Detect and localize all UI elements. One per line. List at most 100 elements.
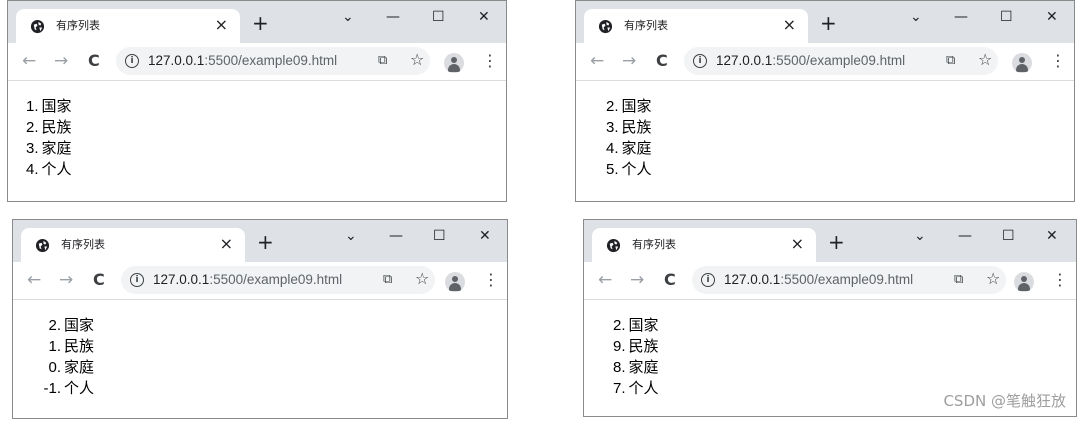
site-info-icon[interactable]: i: [701, 273, 715, 287]
tab-title: 有序列表: [624, 19, 668, 32]
tab-title: 有序列表: [61, 238, 105, 251]
forward-icon[interactable]: →: [54, 51, 68, 71]
site-info-icon[interactable]: i: [693, 54, 707, 68]
list-item: 2. 国家: [606, 98, 652, 115]
menu-kebab-icon[interactable]: ⋮: [483, 271, 499, 289]
new-tab-icon[interactable]: +: [257, 232, 274, 252]
bookmark-star-icon[interactable]: ☆: [978, 51, 992, 69]
globe-icon: [30, 19, 45, 34]
list-item: 9. 民族: [613, 338, 659, 355]
maximize-icon[interactable]: ☐: [1000, 9, 1013, 25]
ordered-list: 1. 国家 2. 民族 3. 家庭 4. 个人: [26, 96, 72, 180]
title-bar: 有序列表 × + ⌄ — ☐ ✕: [8, 1, 506, 43]
reload-icon[interactable]: C: [88, 51, 100, 71]
back-icon[interactable]: ←: [598, 270, 612, 290]
address-bar[interactable]: i 127.0.0.1:5500/example09.html ⧉ ☆: [684, 47, 998, 75]
globe-icon: [35, 238, 50, 253]
maximize-icon[interactable]: ☐: [433, 228, 446, 244]
toolbar: ← → C i 127.0.0.1:5500/example09.html ⧉ …: [584, 262, 1076, 300]
new-tab-icon[interactable]: +: [828, 232, 845, 252]
browser-tab[interactable]: 有序列表 ×: [21, 228, 245, 262]
maximize-icon[interactable]: ☐: [1002, 228, 1015, 244]
menu-kebab-icon[interactable]: ⋮: [1050, 52, 1066, 70]
close-window-icon[interactable]: ✕: [478, 9, 490, 25]
tab-search-dropdown-icon[interactable]: ⌄: [910, 9, 922, 25]
tab-title: 有序列表: [632, 238, 676, 251]
list-item: 1. 国家: [26, 98, 72, 115]
browser-tab[interactable]: 有序列表 ×: [16, 9, 240, 43]
reload-icon[interactable]: C: [664, 270, 676, 290]
list-item: 8. 家庭: [613, 359, 659, 376]
list-item: 5. 个人: [606, 161, 652, 178]
share-icon[interactable]: ⧉: [383, 271, 392, 288]
tab-close-icon[interactable]: ×: [220, 235, 233, 253]
url-text[interactable]: 127.0.0.1:5500/example09.html: [724, 272, 913, 288]
list-item: 4. 家庭: [606, 140, 652, 157]
page-content: 2. 国家 3. 民族 4. 家庭 5. 个人: [576, 81, 1074, 201]
browser-window-1: 有序列表 × + ⌄ — ☐ ✕ ← → C i 127.0.0.1:5500/…: [7, 0, 507, 202]
profile-avatar-icon[interactable]: [444, 53, 464, 73]
share-icon[interactable]: ⧉: [378, 52, 387, 69]
url-text[interactable]: 127.0.0.1:5500/example09.html: [716, 53, 905, 69]
site-info-icon[interactable]: i: [125, 54, 139, 68]
minimize-icon[interactable]: —: [389, 228, 403, 244]
list-item: 7. 个人: [613, 380, 659, 397]
profile-avatar-icon[interactable]: [1012, 53, 1032, 73]
address-bar[interactable]: i 127.0.0.1:5500/example09.html ⧉ ☆: [116, 47, 430, 75]
tab-close-icon[interactable]: ×: [791, 235, 804, 253]
new-tab-icon[interactable]: +: [820, 13, 837, 33]
back-icon[interactable]: ←: [22, 51, 36, 71]
minimize-icon[interactable]: —: [958, 228, 972, 244]
profile-avatar-icon[interactable]: [1014, 272, 1034, 292]
bookmark-star-icon[interactable]: ☆: [415, 270, 429, 288]
ordered-list: 2. 国家 1. 民族 0. 家庭 -1. 个人: [35, 315, 94, 399]
new-tab-icon[interactable]: +: [252, 13, 269, 33]
tab-search-dropdown-icon[interactable]: ⌄: [342, 9, 354, 25]
bookmark-star-icon[interactable]: ☆: [410, 51, 424, 69]
reload-icon[interactable]: C: [656, 51, 668, 71]
ordered-list: 2. 国家 3. 民族 4. 家庭 5. 个人: [606, 96, 652, 180]
csdn-watermark: CSDN @笔触狂放: [943, 392, 1066, 410]
tab-close-icon[interactable]: ×: [783, 16, 796, 34]
menu-kebab-icon[interactable]: ⋮: [1052, 271, 1068, 289]
tab-close-icon[interactable]: ×: [215, 16, 228, 34]
list-item: 2. 国家: [48, 317, 95, 334]
minimize-icon[interactable]: —: [954, 9, 968, 25]
close-window-icon[interactable]: ✕: [1046, 9, 1058, 25]
tab-search-dropdown-icon[interactable]: ⌄: [914, 228, 926, 244]
maximize-icon[interactable]: ☐: [432, 9, 445, 25]
browser-tab[interactable]: 有序列表 ×: [584, 9, 808, 43]
list-item: 1. 民族: [48, 338, 95, 355]
address-bar[interactable]: i 127.0.0.1:5500/example09.html ⧉ ☆: [121, 266, 435, 294]
forward-icon[interactable]: →: [622, 51, 636, 71]
address-bar[interactable]: i 127.0.0.1:5500/example09.html ⧉ ☆: [692, 266, 1006, 294]
back-icon[interactable]: ←: [590, 51, 604, 71]
reload-icon[interactable]: C: [93, 270, 105, 290]
browser-window-3: 有序列表 × + ⌄ — ☐ ✕ ← → C i 127.0.0.1:5500/…: [12, 219, 508, 419]
title-bar: 有序列表 × + ⌄ — ☐ ✕: [13, 220, 507, 262]
forward-icon[interactable]: →: [630, 270, 644, 290]
page-content: 1. 国家 2. 民族 3. 家庭 4. 个人: [8, 81, 506, 201]
minimize-icon[interactable]: —: [386, 9, 400, 25]
ordered-list: 2. 国家 9. 民族 8. 家庭 7. 个人: [613, 315, 659, 399]
list-item: 3. 家庭: [26, 140, 72, 157]
list-item: 0. 家庭: [48, 359, 95, 376]
close-window-icon[interactable]: ✕: [479, 228, 491, 244]
back-icon[interactable]: ←: [27, 270, 41, 290]
share-icon[interactable]: ⧉: [946, 52, 955, 69]
url-text[interactable]: 127.0.0.1:5500/example09.html: [148, 53, 337, 69]
share-icon[interactable]: ⧉: [954, 271, 963, 288]
close-window-icon[interactable]: ✕: [1046, 228, 1058, 244]
site-info-icon[interactable]: i: [130, 273, 144, 287]
browser-tab[interactable]: 有序列表 ×: [592, 228, 816, 262]
list-item: 3. 民族: [606, 119, 652, 136]
title-bar: 有序列表 × + ⌄ — ☐ ✕: [584, 220, 1076, 262]
menu-kebab-icon[interactable]: ⋮: [482, 52, 498, 70]
profile-avatar-icon[interactable]: [445, 272, 465, 292]
tab-search-dropdown-icon[interactable]: ⌄: [345, 228, 357, 244]
list-item: 4. 个人: [26, 161, 72, 178]
bookmark-star-icon[interactable]: ☆: [986, 270, 1000, 288]
url-text[interactable]: 127.0.0.1:5500/example09.html: [153, 272, 342, 288]
forward-icon[interactable]: →: [59, 270, 73, 290]
list-item: 2. 国家: [613, 317, 659, 334]
